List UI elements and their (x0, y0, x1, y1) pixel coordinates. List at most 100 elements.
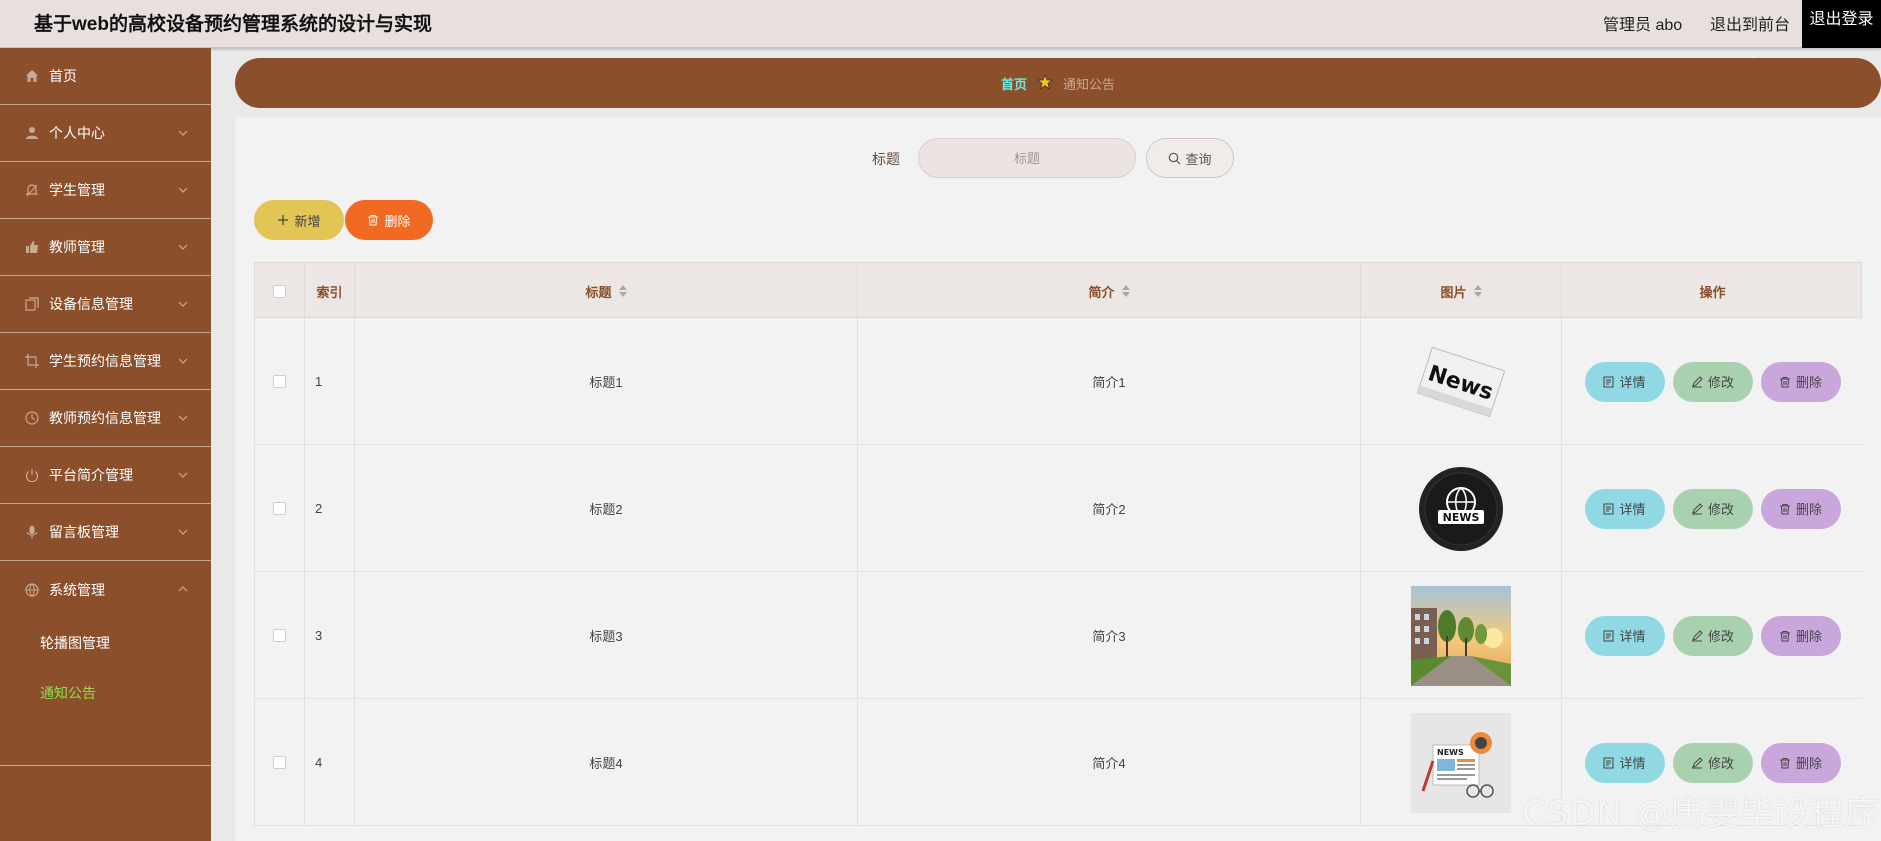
chevron-down-icon (178, 472, 188, 478)
edit-label: 修改 (1707, 502, 1734, 517)
column-header-title[interactable]: 标题 (355, 263, 858, 319)
sort-icon[interactable] (618, 285, 627, 297)
sidebar-item-system-management[interactable]: 系统管理 (0, 561, 211, 618)
sidebar-item-label: 平台简介管理 (49, 467, 133, 483)
delete-label: 删除 (1795, 756, 1822, 771)
search-input[interactable] (918, 138, 1136, 178)
news-desk-image[interactable]: NEWS (1411, 712, 1511, 813)
home-icon (24, 68, 40, 84)
row-checkbox[interactable] (273, 375, 286, 388)
sidebar-item-platform-intro[interactable]: 平台简介管理 (0, 447, 211, 504)
sidebar-item-label: 学生预约信息管理 (49, 353, 161, 369)
row-select-cell (255, 445, 305, 572)
column-header-label: 操作 (1699, 284, 1726, 300)
column-header-intro[interactable]: 简介 (858, 263, 1361, 319)
sidebar-item-label: 系统管理 (49, 581, 105, 598)
column-header-image[interactable]: 图片 (1361, 263, 1562, 319)
crop-icon (24, 353, 40, 369)
news-globe-image[interactable]: NEWS (1411, 459, 1511, 559)
detail-button[interactable]: 详情 (1584, 361, 1665, 402)
detail-button[interactable]: 详情 (1584, 615, 1665, 656)
index-cell: 1 (305, 318, 355, 445)
sidebar-item-teacher-booking[interactable]: 教师预约信息管理 (0, 390, 211, 447)
edit-button[interactable]: 修改 (1672, 361, 1753, 402)
chevron-down-icon (178, 301, 188, 307)
table-row: 1 标题1 简介1 News 详情 修改 删除 (254, 318, 1862, 445)
sort-icon[interactable] (1473, 285, 1482, 297)
row-delete-button[interactable]: 删除 (1760, 742, 1841, 783)
copy-icon (24, 296, 40, 312)
sidebar-item-label: 留言板管理 (49, 524, 119, 540)
image-cell: NEWS (1361, 445, 1562, 572)
search-label: 标题 (872, 151, 900, 167)
sidebar-divider (0, 765, 211, 766)
sidebar-subitem-carousel[interactable]: 轮播图管理 (40, 633, 110, 653)
column-header-label: 标题 (585, 284, 612, 300)
row-select-cell (255, 318, 305, 445)
top-header-bar: 基于web的高校设备预约管理系统的设计与实现 管理员 abo 退出到前台 退出登… (0, 0, 1881, 48)
sidebar-item-teacher-management[interactable]: 教师管理 (0, 219, 211, 276)
sidebar-item-student-management[interactable]: 学生管理 (0, 162, 211, 219)
pencil-icon (1691, 756, 1703, 768)
sidebar-item-label: 学生管理 (49, 182, 105, 198)
row-checkbox[interactable] (273, 502, 286, 515)
news-paper-image[interactable]: News (1411, 332, 1511, 432)
actions-cell: 详情 修改 删除 (1562, 318, 1863, 445)
query-button-label: 查询 (1185, 151, 1212, 167)
image-cell (1361, 572, 1562, 699)
trash-icon (1779, 376, 1790, 387)
delete-label: 删除 (1795, 375, 1822, 390)
sort-icon[interactable] (1121, 285, 1130, 297)
row-checkbox[interactable] (273, 756, 286, 769)
pencil-icon (1691, 502, 1703, 514)
table-row: 2 标题2 简介2 NEWS 详情 修改 删除 (254, 445, 1862, 572)
delete-label: 删除 (1795, 629, 1822, 644)
user-icon (24, 125, 40, 141)
goto-front-link[interactable]: 退出到前台 (1710, 11, 1790, 35)
detail-button[interactable]: 详情 (1584, 742, 1665, 783)
row-delete-button[interactable]: 删除 (1760, 615, 1841, 656)
table-row: 3 标题3 简介3 详情 修改 删除 (254, 572, 1862, 699)
thumb-icon (24, 239, 40, 255)
column-header-label: 简介 (1088, 284, 1115, 300)
column-header-label: 图片 (1440, 284, 1467, 300)
row-delete-button[interactable]: 删除 (1760, 361, 1841, 402)
title-cell: 标题4 (355, 699, 858, 826)
chevron-up-icon (178, 586, 188, 592)
row-checkbox[interactable] (273, 629, 286, 642)
edit-button[interactable]: 修改 (1672, 488, 1753, 529)
intro-cell: 简介3 (858, 572, 1361, 699)
chevron-down-icon (178, 187, 188, 193)
title-cell: 标题1 (355, 318, 858, 445)
campus-photo-image[interactable] (1411, 585, 1511, 686)
edit-label: 修改 (1707, 756, 1734, 771)
svg-text:NEWS: NEWS (1437, 748, 1464, 757)
edit-button[interactable]: 修改 (1672, 742, 1753, 783)
chevron-down-icon (178, 415, 188, 421)
add-button[interactable]: 新增 (254, 200, 344, 240)
row-delete-button[interactable]: 删除 (1760, 488, 1841, 529)
header-select-all[interactable] (255, 263, 305, 319)
logout-button[interactable]: 退出登录 (1802, 0, 1881, 48)
sidebar-item-label: 设备信息管理 (49, 296, 133, 312)
select-all-checkbox[interactable] (273, 284, 286, 298)
breadcrumb: 首页 通知公告 (235, 58, 1881, 108)
pencil-icon (1691, 629, 1703, 641)
edit-button[interactable]: 修改 (1672, 615, 1753, 656)
chevron-down-icon (178, 244, 188, 250)
sidebar-item-student-booking[interactable]: 学生预约信息管理 (0, 333, 211, 390)
clock-icon (24, 410, 40, 426)
sidebar-item-message-board[interactable]: 留言板管理 (0, 504, 211, 561)
sidebar-subitem-notice[interactable]: 通知公告 (40, 683, 96, 703)
mic-icon (24, 524, 40, 540)
document-icon (1603, 376, 1614, 387)
query-button[interactable]: 查询 (1146, 138, 1234, 178)
sidebar-item-home[interactable]: 首页 (0, 48, 211, 105)
sidebar-item-device-info[interactable]: 设备信息管理 (0, 276, 211, 333)
detail-button[interactable]: 详情 (1584, 488, 1665, 529)
chevron-down-icon (178, 529, 188, 535)
breadcrumb-home[interactable]: 首页 (1001, 74, 1027, 93)
edit-label: 修改 (1707, 375, 1734, 390)
sidebar-item-personal-center[interactable]: 个人中心 (0, 105, 211, 162)
batch-delete-button[interactable]: 删除 (345, 200, 433, 240)
